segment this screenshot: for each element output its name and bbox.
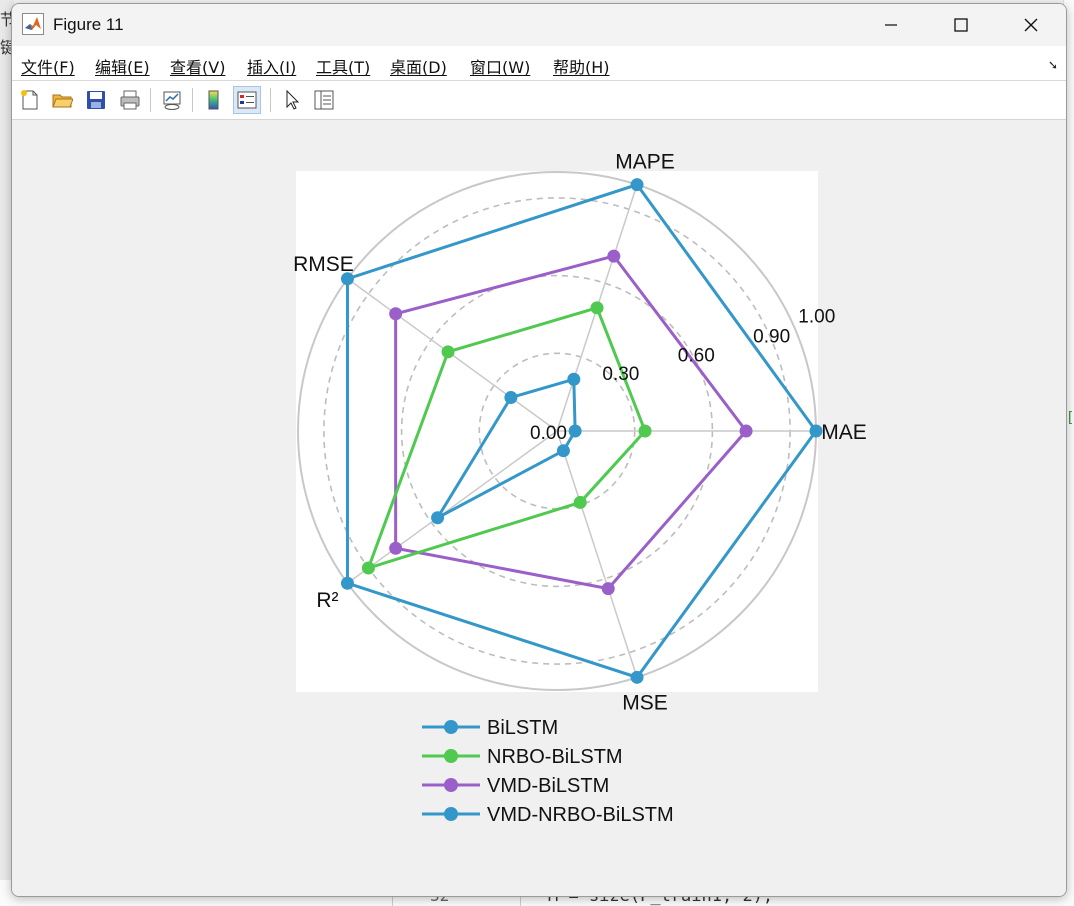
- legend-label: BiLSTM: [487, 717, 558, 739]
- window-title: Figure 11: [53, 15, 124, 34]
- dock-arrow-icon[interactable]: ➘: [1048, 58, 1058, 72]
- radar-chart: 0.00 0.30 0.60 0.90 1.00 MAE MAPE RMSE R² MSE Bi…: [293, 151, 867, 826]
- legend-entry-nrbo-bilstm[interactable]: NRBO-BiLSTM: [422, 746, 623, 768]
- data-point-vmd-nrbo-bilstm-rmse: [504, 391, 518, 405]
- legend-label: VMD-BiLSTM: [487, 775, 609, 797]
- menu-bar: 文件(F) 编辑(E) 查看(V) 插入(I) 工具(T) 桌面(D) 窗口(W…: [12, 46, 1066, 81]
- property-inspector-button[interactable]: [310, 86, 338, 114]
- legend-marker: [444, 720, 458, 734]
- toolbar-separator: [192, 88, 193, 112]
- open-file-button[interactable]: [48, 86, 76, 114]
- legend-button[interactable]: [233, 86, 261, 114]
- close-button[interactable]: [996, 4, 1066, 46]
- minimize-button[interactable]: [856, 4, 926, 46]
- matlab-logo-icon: [22, 13, 44, 35]
- r-tick-label: 1.00: [798, 306, 835, 327]
- legend-marker: [444, 749, 458, 763]
- data-point-vmd-nrbo-bilstm-r: [431, 511, 445, 525]
- data-point-vmd-bilstm-rmse: [389, 307, 403, 321]
- data-point-bilstm-mse: [630, 670, 644, 684]
- legend-marker: [444, 778, 458, 792]
- data-point-vmd-bilstm-mae: [739, 424, 753, 438]
- colorbar-icon: [208, 90, 219, 110]
- r-tick-label: 0.00: [530, 423, 567, 444]
- save-button[interactable]: [82, 86, 110, 114]
- menu-tools[interactable]: 工具(T): [316, 54, 370, 78]
- save-disk-icon: [87, 91, 105, 109]
- new-figure-button[interactable]: [16, 86, 44, 114]
- data-point-nrbo-bilstm-r: [361, 561, 375, 575]
- property-inspector-icon: [314, 90, 334, 110]
- data-point-nrbo-bilstm-mae: [638, 424, 652, 438]
- link-plot-icon: [163, 91, 181, 110]
- menu-view[interactable]: 查看(V): [170, 54, 225, 78]
- data-point-bilstm-mape: [630, 178, 644, 192]
- axis-label-r: R²: [316, 589, 338, 612]
- close-icon: [1024, 18, 1038, 32]
- maximize-icon: [954, 18, 968, 32]
- new-file-icon: [21, 90, 38, 110]
- pointer-arrow-icon: [286, 89, 300, 110]
- menu-window[interactable]: 窗口(W): [470, 54, 530, 78]
- colorbar-button[interactable]: [200, 86, 228, 114]
- axis-label-mae: MAE: [821, 421, 867, 444]
- link-plot-button[interactable]: [158, 86, 186, 114]
- data-point-vmd-nrbo-bilstm-mae: [568, 424, 582, 438]
- legend-label: NRBO-BiLSTM: [487, 746, 623, 768]
- data-point-bilstm-r: [340, 576, 354, 590]
- data-point-nrbo-bilstm-mape: [590, 301, 604, 315]
- legend[interactable]: BiLSTM NRBO-BiLSTM VMD-BiLSTM VMD-NRBO-BiLS…: [422, 717, 674, 826]
- background-mark: [: [1068, 408, 1072, 424]
- legend-label: VMD-NRBO-BiLSTM: [487, 804, 674, 826]
- menu-help[interactable]: 帮助(H): [553, 54, 610, 78]
- menu-file[interactable]: 文件(F): [21, 54, 75, 78]
- title-bar[interactable]: Figure 11: [12, 4, 1066, 46]
- menu-insert[interactable]: 插入(I): [247, 54, 296, 78]
- menu-edit[interactable]: 编辑(E): [95, 54, 150, 78]
- r-tick-label: 0.60: [678, 345, 715, 366]
- legend-entry-vmd-nrbo-bilstm[interactable]: VMD-NRBO-BiLSTM: [422, 804, 674, 826]
- maximize-button[interactable]: [926, 4, 996, 46]
- r-tick-label: 0.30: [602, 364, 639, 385]
- data-point-vmd-nrbo-bilstm-mse: [556, 444, 570, 458]
- r-tick-label: 0.90: [753, 327, 790, 348]
- legend-icon: [237, 91, 257, 109]
- legend-entry-bilstm[interactable]: BiLSTM: [422, 717, 558, 739]
- edit-plot-button[interactable]: [278, 86, 306, 114]
- data-point-nrbo-bilstm-mse: [573, 495, 587, 509]
- data-point-nrbo-bilstm-rmse: [441, 345, 455, 359]
- data-point-vmd-nrbo-bilstm-mape: [567, 372, 581, 386]
- axis-label-mape: MAPE: [615, 151, 675, 174]
- toolbar: [12, 81, 1066, 120]
- minimize-icon: [885, 24, 897, 26]
- toolbar-separator: [270, 88, 271, 112]
- figure-canvas: 0.00 0.30 0.60 0.90 1.00 MAE MAPE RMSE R² MSE Bi…: [12, 120, 1066, 896]
- toolbar-separator: [150, 88, 151, 112]
- axis-label-rmse: RMSE: [293, 253, 354, 276]
- axis-label-mse: MSE: [622, 691, 668, 714]
- data-point-vmd-bilstm-mse: [601, 582, 615, 596]
- figure-window: Figure 11 文件(F) 编辑(E) 查看(V) 插入(I) 工具(T) …: [11, 3, 1067, 897]
- legend-entry-vmd-bilstm[interactable]: VMD-BiLSTM: [422, 775, 609, 797]
- legend-marker: [444, 807, 458, 821]
- data-point-vmd-bilstm-r: [389, 541, 403, 555]
- menu-desktop[interactable]: 桌面(D): [390, 54, 447, 78]
- printer-icon: [120, 90, 140, 110]
- data-point-vmd-bilstm-mape: [607, 249, 621, 263]
- print-button[interactable]: [116, 86, 144, 114]
- open-folder-icon: [52, 94, 73, 108]
